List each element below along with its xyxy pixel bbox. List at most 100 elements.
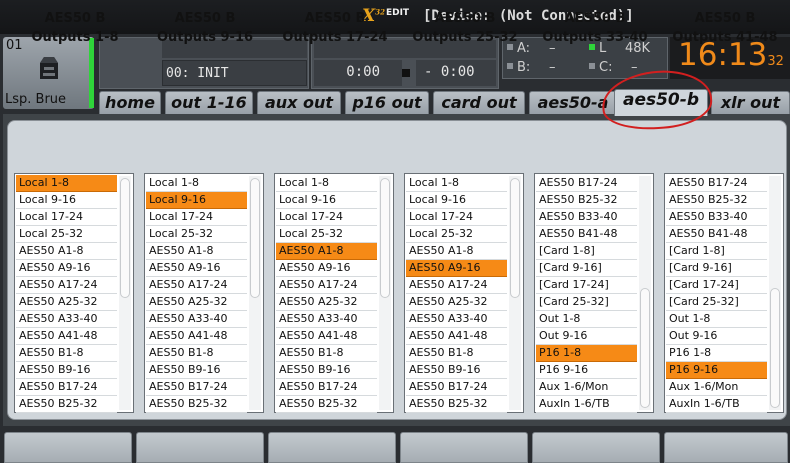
list-item[interactable]: AuxIn 1-6/TB [666, 396, 767, 413]
list-item[interactable]: Local 1-8 [16, 175, 117, 192]
list-item[interactable]: Local 9-16 [16, 192, 117, 209]
scrollbar[interactable] [379, 176, 391, 410]
list-item[interactable]: AES50 B17-24 [406, 379, 507, 396]
source-list-2[interactable]: Local 1-8 Local 9-16 Local 17-24 Local 25-3… [144, 173, 264, 413]
list-item[interactable]: Local 25-32 [16, 226, 117, 243]
list-item[interactable]: AES50 B1-8 [146, 345, 247, 362]
tab-card-out[interactable]: card out [433, 91, 525, 114]
list-item[interactable]: AES50 A33-40 [146, 311, 247, 328]
source-list-4[interactable]: Local 1-8 Local 9-16 Local 17-24 Local 25-3… [404, 173, 524, 413]
list-item[interactable]: AES50 B1-8 [16, 345, 117, 362]
list-item[interactable]: AES50 B1-8 [276, 345, 377, 362]
scrollbar[interactable] [249, 176, 261, 410]
list-item[interactable]: AES50 A9-16 [276, 260, 377, 277]
list-item[interactable]: AES50 B33-40 [536, 209, 637, 226]
list-item[interactable]: AES50 A25-32 [276, 294, 377, 311]
scrollbar-thumb[interactable] [380, 178, 390, 298]
list-item[interactable]: P16 9-16 [666, 362, 767, 379]
list-item[interactable]: AES50 A41-48 [406, 328, 507, 345]
list-item[interactable]: AES50 A25-32 [16, 294, 117, 311]
list-item[interactable]: AES50 A9-16 [16, 260, 117, 277]
scrollbar[interactable] [119, 176, 131, 410]
list-item[interactable]: AES50 A9-16 [406, 260, 507, 277]
list-item[interactable]: Out 1-8 [536, 311, 637, 328]
list-item[interactable]: AES50 B9-16 [276, 362, 377, 379]
list-item[interactable]: AES50 B1-8 [406, 345, 507, 362]
scrollbar[interactable] [639, 176, 651, 410]
source-list-1[interactable]: Local 1-8 Local 9-16 Local 17-24 Local 25-3… [14, 173, 134, 413]
bottom-button-3[interactable] [268, 432, 396, 463]
list-item[interactable]: P16 1-8 [536, 345, 637, 362]
list-item[interactable]: AES50 A1-8 [16, 243, 117, 260]
list-item[interactable]: AES50 B41-48 [536, 226, 637, 243]
list-item[interactable]: P16 1-8 [666, 345, 767, 362]
source-list-5[interactable]: AES50 B17-24 AES50 B25-32 AES50 B33-40 AES5… [534, 173, 654, 413]
list-item[interactable]: AES50 A41-48 [146, 328, 247, 345]
list-item[interactable]: AES50 B17-24 [666, 175, 767, 192]
tab-out-1-16[interactable]: out 1-16 [165, 91, 253, 114]
list-item[interactable]: AES50 A17-24 [16, 277, 117, 294]
list-item[interactable]: [Card 17-24] [536, 277, 637, 294]
list-item[interactable]: AES50 A1-8 [276, 243, 377, 260]
list-item[interactable]: Local 17-24 [276, 209, 377, 226]
bottom-button-6[interactable] [664, 432, 788, 463]
list-item[interactable]: Local 17-24 [16, 209, 117, 226]
list-item[interactable]: Out 9-16 [536, 328, 637, 345]
tab-p16-out[interactable]: p16 out [345, 91, 429, 114]
list-item[interactable]: P16 9-16 [536, 362, 637, 379]
list-item[interactable]: AES50 B33-40 [666, 209, 767, 226]
list-item[interactable]: AES50 B17-24 [536, 175, 637, 192]
scrollbar[interactable] [509, 176, 521, 410]
list-item[interactable]: AES50 A1-8 [146, 243, 247, 260]
scene-label[interactable]: 00: INIT [162, 60, 307, 86]
list-item[interactable]: Local 25-32 [406, 226, 507, 243]
list-item[interactable]: AES50 B41-48 [666, 226, 767, 243]
list-item[interactable]: Local 9-16 [146, 192, 247, 209]
list-item[interactable]: Local 17-24 [146, 209, 247, 226]
list-item[interactable]: AES50 A17-24 [276, 277, 377, 294]
list-item[interactable]: AES50 A9-16 [146, 260, 247, 277]
list-item[interactable]: AES50 B17-24 [146, 379, 247, 396]
list-item[interactable]: AES50 A33-40 [276, 311, 377, 328]
list-item[interactable]: [Card 9-16] [666, 260, 767, 277]
list-item[interactable]: AES50 A41-48 [16, 328, 117, 345]
bottom-button-4[interactable] [400, 432, 528, 463]
bottom-button-5[interactable] [532, 432, 660, 463]
list-item[interactable]: AES50 B9-16 [16, 362, 117, 379]
scrollbar-thumb[interactable] [770, 288, 780, 408]
list-item[interactable]: Local 1-8 [146, 175, 247, 192]
bottom-button-1[interactable] [4, 432, 132, 463]
list-item[interactable]: AES50 B25-32 [146, 396, 247, 413]
stop-icon[interactable] [402, 69, 410, 77]
list-item[interactable]: [Card 17-24] [666, 277, 767, 294]
list-item[interactable]: [Card 1-8] [666, 243, 767, 260]
list-item[interactable]: Aux 1-6/Mon [666, 379, 767, 396]
bottom-button-2[interactable] [136, 432, 264, 463]
list-item[interactable]: AES50 B25-32 [666, 192, 767, 209]
scrollbar-thumb[interactable] [640, 288, 650, 408]
list-item[interactable]: Local 25-32 [276, 226, 377, 243]
scrollbar-thumb[interactable] [120, 178, 130, 298]
list-item[interactable]: AES50 A17-24 [406, 277, 507, 294]
list-item[interactable]: AES50 B17-24 [276, 379, 377, 396]
list-item[interactable]: AES50 B17-24 [16, 379, 117, 396]
list-item[interactable]: Local 17-24 [406, 209, 507, 226]
list-item[interactable]: [Card 25-32] [536, 294, 637, 311]
list-item[interactable]: Aux 1-6/Mon [536, 379, 637, 396]
list-item[interactable]: Local 25-32 [146, 226, 247, 243]
list-item[interactable]: AES50 B25-32 [16, 396, 117, 413]
list-item[interactable]: AES50 B9-16 [406, 362, 507, 379]
tab-aux-out[interactable]: aux out [257, 91, 341, 114]
list-item[interactable]: [Card 9-16] [536, 260, 637, 277]
list-item[interactable]: Local 1-8 [406, 175, 507, 192]
list-item[interactable]: Out 9-16 [666, 328, 767, 345]
list-item[interactable]: AES50 B25-32 [276, 396, 377, 413]
list-item[interactable]: AES50 A25-32 [406, 294, 507, 311]
channel-selector[interactable]: 01 Lsp. Brue [3, 37, 94, 109]
list-item[interactable]: AES50 A25-32 [146, 294, 247, 311]
list-item[interactable]: AES50 B25-32 [406, 396, 507, 413]
scrollbar-thumb[interactable] [250, 178, 260, 298]
list-item[interactable]: [Card 25-32] [666, 294, 767, 311]
list-item[interactable]: [Card 1-8] [536, 243, 637, 260]
tab-xlr-out[interactable]: xlr out [711, 91, 790, 114]
